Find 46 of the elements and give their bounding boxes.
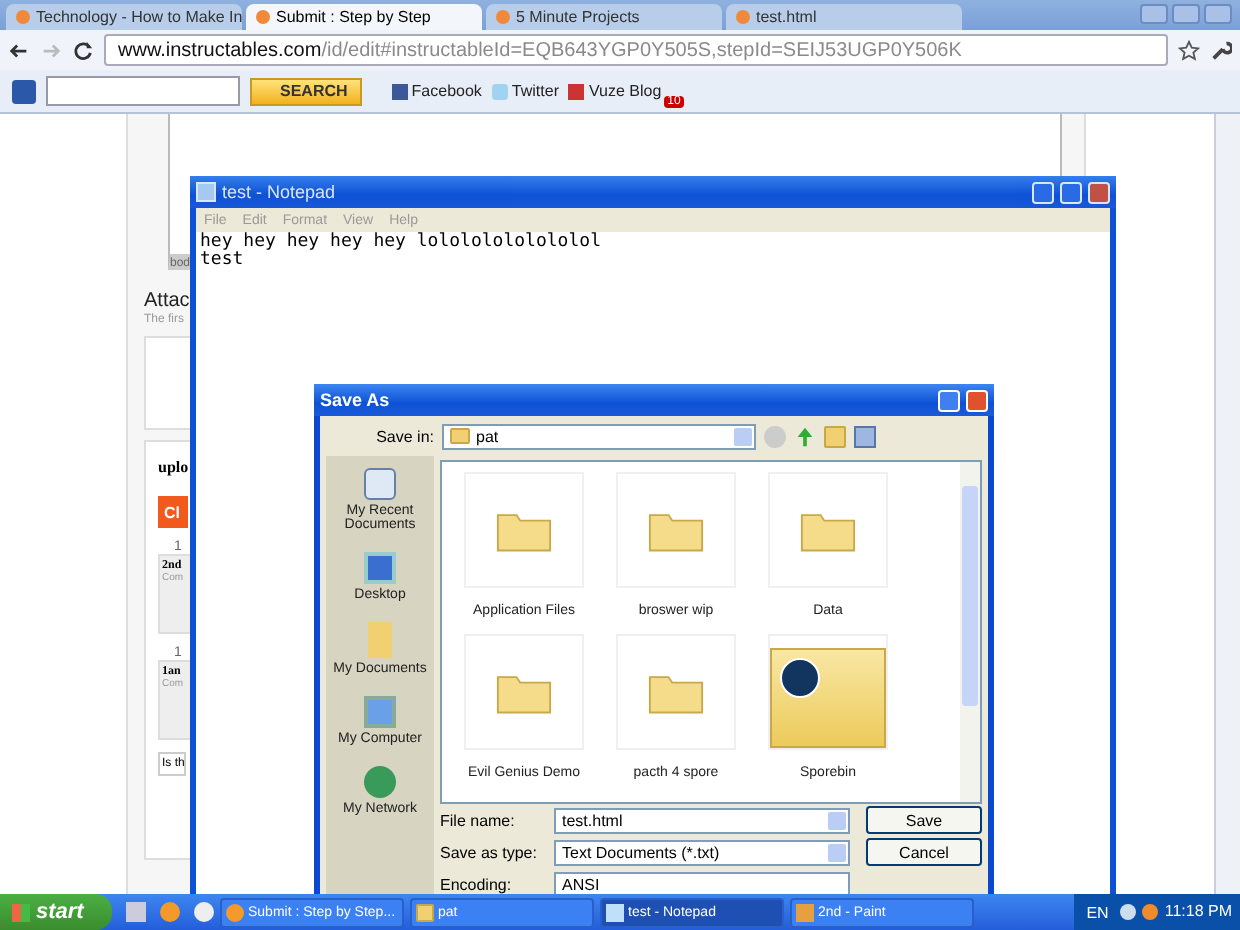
address-bar[interactable]: www.instructables.com/id/edit#instructableId=EQB643YGP0Y505S,stepId=SEIJ53UGP0Y506K	[104, 34, 1168, 66]
text-line: hey hey hey hey hey lolololololololol	[200, 234, 601, 252]
folder-with-logo-icon	[770, 648, 886, 748]
browser-tab[interactable]: Submit : Step by Step	[246, 4, 482, 30]
cancel-button[interactable]: Cancel	[866, 838, 982, 866]
up-arrow-icon[interactable]	[794, 425, 816, 447]
upload-label: uplo	[158, 458, 189, 476]
file-type-dropdown[interactable]: Text Documents (*.txt)	[554, 839, 850, 865]
save-as-type-label: Save as type:	[440, 843, 539, 861]
notepad-icon	[196, 182, 216, 202]
save-button[interactable]: Save	[866, 806, 982, 834]
new-folder-icon[interactable]	[824, 425, 846, 447]
file-list-scrollbar[interactable]	[960, 462, 980, 802]
wrench-icon[interactable]	[1210, 39, 1232, 61]
browser-tab[interactable]: test.html	[726, 4, 962, 30]
desktop-icon	[364, 552, 396, 584]
clock-text: 11:18 PM	[1164, 902, 1232, 922]
page-scrollbar[interactable]	[1214, 114, 1240, 894]
reload-icon[interactable]	[72, 39, 94, 61]
site-icon	[256, 10, 270, 24]
site-icon	[16, 10, 30, 24]
section-heading: Attac	[144, 290, 190, 312]
dialog-title: Save As	[320, 390, 392, 410]
encoding-dropdown[interactable]: ANSI	[554, 871, 850, 897]
file-name-label: File name:	[440, 811, 517, 829]
site-icon	[736, 10, 750, 24]
notepad-icon	[606, 903, 624, 921]
toolbar-logo-icon[interactable]	[12, 79, 36, 103]
site-icon	[496, 10, 510, 24]
save-in-dropdown[interactable]: pat	[442, 423, 756, 449]
star-icon[interactable]	[1178, 39, 1200, 61]
search-field[interactable]	[46, 76, 240, 106]
search-button[interactable]: SEARCH	[250, 77, 362, 105]
bookmark-button[interactable]: Facebook	[391, 82, 482, 100]
language-indicator[interactable]: EN	[1086, 903, 1109, 921]
window-title: test - Notepad	[222, 182, 338, 202]
windows-flag-icon	[12, 903, 30, 921]
save-in-label: Save in:	[374, 427, 434, 445]
browser-tab[interactable]: 5 Minute Projects	[486, 4, 722, 30]
monitor-icon	[363, 696, 396, 728]
browser-tab[interactable]: Technology - How to Make In	[6, 4, 242, 30]
bookmark-button[interactable]: Twitter	[491, 82, 559, 100]
text-line: test	[200, 252, 244, 270]
bookmark-button[interactable]: Vuze Blog	[568, 82, 662, 100]
file-name-field[interactable]: test.html	[554, 807, 850, 833]
encoding-label: Encoding:	[440, 875, 514, 893]
